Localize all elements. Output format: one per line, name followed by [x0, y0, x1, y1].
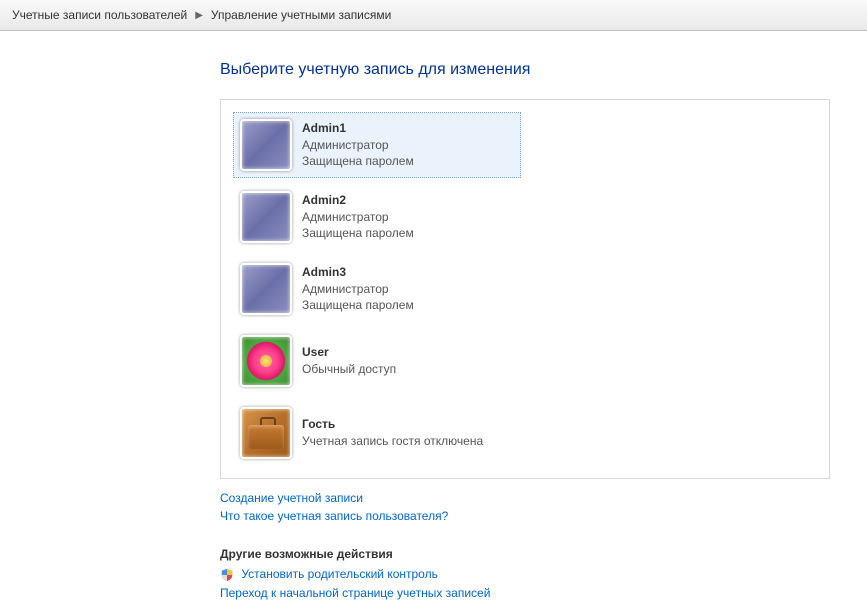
account-tile-admin3[interactable]: Admin3 Администратор Защищена паролем: [233, 256, 521, 322]
account-status: Защищена паролем: [302, 225, 414, 242]
account-name: Гость: [302, 416, 483, 433]
account-tile-admin2[interactable]: Admin2 Администратор Защищена паролем: [233, 184, 521, 250]
accounts-list: Admin1 Администратор Защищена паролем Ad…: [220, 99, 830, 479]
breadcrumb-level-1[interactable]: Учетные записи пользователей: [12, 8, 187, 22]
account-name: Admin3: [302, 264, 414, 281]
main-content: Выберите учетную запись для изменения Ad…: [0, 31, 700, 600]
parental-control-label: Установить родительский контроль: [241, 567, 438, 581]
page-title: Выберите учетную запись для изменения: [220, 61, 700, 79]
account-tile-user[interactable]: User Обычный доступ: [233, 328, 521, 394]
create-account-link[interactable]: Создание учетной записи: [220, 491, 700, 505]
account-tile-guest[interactable]: Гость Учетная запись гостя отключена: [233, 400, 521, 466]
parental-control-link[interactable]: Установить родительский контроль: [220, 567, 700, 582]
avatar: [240, 119, 292, 171]
account-info: Гость Учетная запись гостя отключена: [302, 416, 483, 450]
account-info: Admin1 Администратор Защищена паролем: [302, 120, 414, 170]
other-actions: Другие возможные действия Установить род…: [220, 547, 700, 600]
avatar: [240, 191, 292, 243]
account-info: Admin3 Администратор Защищена паролем: [302, 264, 414, 314]
avatar: [240, 335, 292, 387]
account-name: Admin2: [302, 192, 414, 209]
what-is-account-link[interactable]: Что такое учетная запись пользователя?: [220, 509, 700, 523]
help-links: Создание учетной записи Что такое учетна…: [220, 491, 700, 523]
breadcrumb-level-2[interactable]: Управление учетными записями: [211, 8, 391, 22]
other-actions-heading: Другие возможные действия: [220, 547, 700, 561]
account-tile-admin1[interactable]: Admin1 Администратор Защищена паролем: [233, 112, 521, 178]
chevron-right-icon: ▶: [195, 10, 203, 21]
account-info: Admin2 Администратор Защищена паролем: [302, 192, 414, 242]
account-role: Администратор: [302, 281, 414, 298]
breadcrumb: Учетные записи пользователей ▶ Управлени…: [0, 0, 867, 31]
account-status: Защищена паролем: [302, 153, 414, 170]
account-role: Администратор: [302, 209, 414, 226]
avatar: [240, 407, 292, 459]
account-name: User: [302, 344, 396, 361]
account-role: Администратор: [302, 137, 414, 154]
goto-main-link[interactable]: Переход к начальной странице учетных зап…: [220, 586, 700, 600]
account-info: User Обычный доступ: [302, 344, 396, 378]
account-name: Admin1: [302, 120, 414, 137]
account-status: Защищена паролем: [302, 297, 414, 314]
account-role: Обычный доступ: [302, 361, 396, 378]
avatar: [240, 263, 292, 315]
account-role: Учетная запись гостя отключена: [302, 433, 483, 450]
shield-icon: [220, 568, 234, 582]
